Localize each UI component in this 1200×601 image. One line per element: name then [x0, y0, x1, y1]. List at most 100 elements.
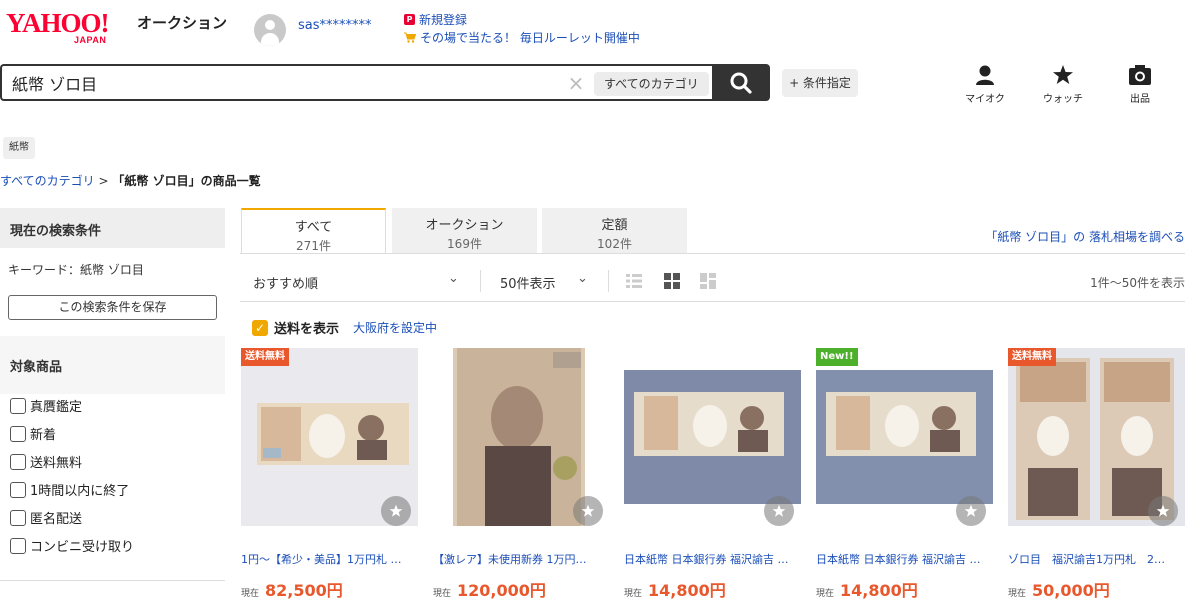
service-name[interactable]: オークション [137, 12, 227, 33]
set-location-link[interactable]: 大阪府を設定中 [353, 319, 437, 336]
product-card[interactable]: New!! 日本紙幣 日本銀行券 福沢諭吉 … 現在 14,800円 [816, 348, 993, 601]
search-icon [730, 72, 752, 94]
checkbox-checked-icon[interactable]: ✓ [252, 319, 268, 336]
filter-new[interactable]: 新着 [10, 424, 56, 443]
product-thumbnail[interactable]: 送料無料 [1008, 348, 1185, 526]
product-price: 現在 14,800円 [624, 577, 801, 601]
username-link[interactable]: sas******** [298, 18, 372, 33]
filter-label: 送料無料 [30, 456, 83, 471]
price-label: 現在 [241, 589, 260, 599]
breadcrumb-current: 「紙幣 ゾロ目」の商品一覧 [112, 174, 261, 188]
price-label: 現在 [624, 589, 643, 599]
tab-count: 102件 [597, 237, 632, 251]
watch-star-button[interactable] [764, 496, 794, 526]
search-input[interactable] [12, 72, 552, 94]
product-thumbnail[interactable]: New!! [816, 348, 993, 526]
breadcrumb-separator: > [98, 174, 109, 188]
price-value: 120,000円 [457, 581, 546, 600]
tab-all[interactable]: すべて 271件 [241, 208, 386, 253]
product-title[interactable]: 日本紙幣 日本銀行券 福沢諭吉 … [624, 551, 794, 567]
tab-auction[interactable]: オークション 169件 [392, 208, 537, 253]
filter-ending-soon[interactable]: 1時間以内に終了 [10, 480, 129, 499]
per-page-select[interactable]: 50件表示 [500, 273, 556, 292]
product-title[interactable]: 1円〜【希少・美品】1万円札 … [241, 551, 411, 567]
product-thumbnail[interactable] [433, 348, 610, 526]
sort-order-select[interactable]: おすすめ順 [253, 273, 318, 292]
product-title[interactable]: 【激レア】未使用新券 1万円… [433, 551, 603, 567]
star-icon [389, 504, 403, 517]
market-price-link[interactable]: 「紙幣 ゾロ目」の 落札相場を調べる [985, 228, 1185, 245]
save-search-button[interactable]: この検索条件を保存 [8, 295, 217, 320]
search-button[interactable] [712, 64, 770, 101]
sidebar-divider [0, 580, 225, 581]
watch-star-button[interactable] [1148, 496, 1178, 526]
divider [608, 270, 609, 292]
tab-count: 169件 [447, 237, 482, 251]
watch-star-button[interactable] [381, 496, 411, 526]
show-shipping-toggle[interactable]: ✓ 送料を表示 大阪府を設定中 [252, 318, 437, 337]
checkbox[interactable] [10, 397, 26, 414]
paypay-icon: P [404, 14, 415, 25]
filter-authentication[interactable]: 真贋鑑定 [10, 396, 82, 415]
checkbox[interactable] [10, 537, 26, 554]
watch-star-button[interactable] [573, 496, 603, 526]
product-card[interactable]: 送料無料 ゾロ目 福沢諭吉1万円札 2… 現在 50,000円 [1008, 348, 1185, 601]
breadcrumb-root-link[interactable]: すべてのカテゴリ [0, 174, 95, 188]
product-thumbnail[interactable]: 送料無料 [241, 348, 418, 526]
watch-star-button[interactable] [956, 496, 986, 526]
grid-view-icon[interactable] [664, 273, 680, 289]
tab-divider [240, 253, 1185, 254]
chevron-down-icon[interactable]: ⌄ [577, 271, 588, 286]
divider [480, 270, 481, 292]
product-price: 現在 82,500円 [241, 577, 418, 601]
signup-label: 新規登録 [419, 13, 468, 27]
category-select[interactable]: すべてのカテゴリ [594, 72, 709, 96]
price-value: 82,500円 [265, 581, 343, 600]
filter-free-shipping[interactable]: 送料無料 [10, 452, 82, 471]
product-title[interactable]: ゾロ目 福沢諭吉1万円札 2… [1008, 551, 1178, 567]
product-price: 現在 50,000円 [1008, 577, 1185, 601]
chevron-down-icon[interactable]: ⌄ [448, 271, 459, 286]
user-avatar[interactable] [254, 14, 286, 46]
product-title[interactable]: 日本紙幣 日本銀行券 福沢諭吉 … [816, 551, 986, 567]
cart-icon [404, 32, 416, 43]
keyword-condition: キーワード：紙幣 ゾロ目 [8, 263, 144, 277]
filter-label: コンビニ受け取り [30, 540, 135, 555]
product-card[interactable]: 【激レア】未使用新券 1万円… 現在 120,000円 [433, 348, 610, 601]
price-value: 50,000円 [1032, 581, 1110, 600]
tab-label: 定額 [601, 218, 628, 233]
product-card[interactable]: 日本紙幣 日本銀行券 福沢諭吉 … 現在 14,800円 [624, 348, 801, 601]
signup-link[interactable]: P 新規登録 [404, 11, 467, 28]
star-icon [1053, 65, 1073, 84]
watch-link[interactable]: ウォッチ [1038, 64, 1088, 105]
filter-anonymous-delivery[interactable]: 匿名配送 [10, 508, 82, 527]
product-thumbnail[interactable] [624, 348, 801, 526]
result-range: 1件〜50件を表示 [1090, 276, 1185, 290]
filter-label: 新着 [30, 428, 57, 443]
filter-label: 匿名配送 [30, 512, 83, 527]
checkbox[interactable] [10, 453, 26, 470]
roulette-label: その場で当たる！ 毎日ルーレット開催中 [420, 31, 640, 45]
sell-link[interactable]: 出品 [1115, 64, 1165, 105]
yahoo-auction-logo[interactable]: YAHOO! JAPAN [6, 8, 134, 46]
my-auction-label: マイオク [965, 94, 1005, 105]
tile-view-icon[interactable] [700, 273, 716, 289]
filter-label: 1時間以内に終了 [30, 484, 130, 499]
sort-toolbar: おすすめ順 ⌄ 50件表示 ⌄ 1件〜50件を表示 [240, 262, 1185, 302]
checkbox[interactable] [10, 481, 26, 498]
filter-convenience-pickup[interactable]: コンビニ受け取り [10, 536, 134, 555]
checkbox[interactable] [10, 509, 26, 526]
my-auction-link[interactable]: マイオク [960, 64, 1010, 105]
camera-icon [1129, 65, 1151, 85]
checkbox[interactable] [10, 425, 26, 442]
tab-fixed-price[interactable]: 定額 102件 [542, 208, 687, 253]
product-card[interactable]: 送料無料 1円〜【希少・美品】1万円札 … 現在 82,500円 [241, 348, 418, 601]
roulette-link[interactable]: その場で当たる！ 毎日ルーレット開催中 [404, 29, 640, 46]
price-label: 現在 [816, 589, 835, 599]
tab-count: 271件 [296, 239, 331, 253]
clear-icon[interactable]: × [566, 73, 586, 93]
related-tag-chip[interactable]: 紙幣 [3, 137, 35, 159]
conditions-button[interactable]: + 条件指定 [782, 69, 858, 97]
list-view-icon[interactable] [626, 273, 642, 289]
new-badge: New!! [816, 348, 858, 366]
